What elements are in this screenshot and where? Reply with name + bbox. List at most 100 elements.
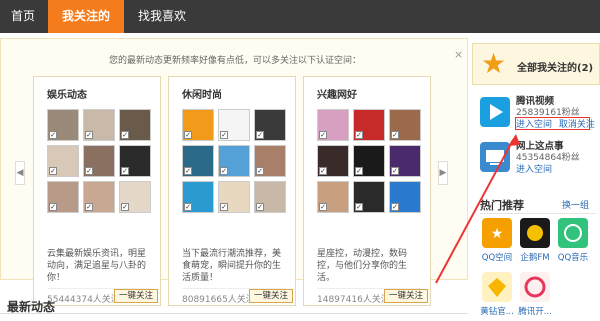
- follow-all-button[interactable]: 一键关注: [249, 289, 293, 303]
- checkbox-icon[interactable]: ✓: [319, 167, 327, 175]
- tencent-video-icon[interactable]: [480, 97, 510, 127]
- card-title: 兴趣网好: [317, 90, 357, 101]
- checkbox-icon[interactable]: ✓: [184, 203, 192, 211]
- space-thumbnail[interactable]: ✓: [47, 181, 79, 213]
- fans-count: 55444374人关注: [47, 295, 120, 305]
- category-card: 兴趣网好 ✓ ✓ ✓ ✓ ✓ ✓ ✓ ✓ ✓ 星座控，动漫控，数码控，与他们分享你的生活。 14…: [303, 76, 431, 306]
- checkbox-icon[interactable]: ✓: [85, 203, 93, 211]
- checkbox-icon[interactable]: ✓: [121, 131, 129, 139]
- space-thumbnail[interactable]: ✓: [182, 181, 214, 213]
- checkbox-icon[interactable]: ✓: [121, 203, 129, 211]
- checkbox-icon[interactable]: ✓: [391, 167, 399, 175]
- space-thumbnail[interactable]: ✓: [218, 145, 250, 177]
- space-thumbnail[interactable]: ✓: [83, 109, 115, 141]
- checkbox-icon[interactable]: ✓: [319, 203, 327, 211]
- checkbox-icon[interactable]: ✓: [355, 203, 363, 211]
- space-thumbnail[interactable]: ✓: [47, 145, 79, 177]
- thumb-grid: ✓ ✓ ✓ ✓ ✓ ✓ ✓ ✓ ✓: [317, 109, 423, 217]
- space-thumbnail[interactable]: ✓: [182, 109, 214, 141]
- space-thumbnail[interactable]: ✓: [218, 109, 250, 141]
- checkbox-icon[interactable]: ✓: [355, 167, 363, 175]
- space-thumbnail[interactable]: ✓: [254, 145, 286, 177]
- space-thumbnail[interactable]: ✓: [317, 145, 349, 177]
- next-arrow-icon[interactable]: ▶: [438, 161, 448, 185]
- follow-all-button[interactable]: 一键关注: [114, 289, 158, 303]
- space-thumbnail[interactable]: ✓: [353, 145, 385, 177]
- space-thumbnail[interactable]: ✓: [218, 181, 250, 213]
- card-title: 娱乐动态: [47, 90, 87, 101]
- space-thumbnail[interactable]: ✓: [254, 109, 286, 141]
- fans-count: 14897416人关注: [317, 295, 390, 305]
- recommend-description: 您的最新动态更新频率好像有点低，可以多关注以下认证空间：: [108, 56, 361, 66]
- yellow-diamond-icon: [482, 272, 512, 302]
- follow-all-button[interactable]: 一键关注: [384, 289, 428, 303]
- space-thumbnail[interactable]: ✓: [47, 109, 79, 141]
- space-thumbnail[interactable]: ✓: [389, 181, 421, 213]
- all-follows-label: 全部我关注的(2): [517, 63, 594, 74]
- recommend-item[interactable]: 黄钻官...: [478, 272, 516, 320]
- prev-arrow-icon[interactable]: ◀: [15, 161, 25, 185]
- recommend-label: 黄钻官...: [480, 307, 514, 317]
- checkbox-icon[interactable]: ✓: [49, 131, 57, 139]
- close-icon[interactable]: ×: [454, 48, 463, 61]
- checkbox-icon[interactable]: ✓: [85, 131, 93, 139]
- category-card: 休闲时尚 ✓ ✓ ✓ ✓ ✓ ✓ ✓ ✓ ✓ 当下最流行潮流推荐，美食萌宠，瞬间提升你的生活质量…: [168, 76, 296, 306]
- checkbox-icon[interactable]: ✓: [49, 203, 57, 211]
- divider: [0, 313, 468, 314]
- divider: [480, 213, 596, 214]
- all-follows-box[interactable]: ★ 全部我关注的(2): [472, 43, 600, 85]
- recommend-panel: 您的最新动态更新频率好像有点低，可以多关注以下认证空间： × ◀ ▶ 娱乐动态 …: [0, 38, 468, 306]
- tencent-open-icon: [520, 272, 550, 302]
- space-thumbnail[interactable]: ✓: [353, 109, 385, 141]
- checkbox-icon[interactable]: ✓: [184, 131, 192, 139]
- star-icon: ★: [481, 47, 507, 80]
- space-thumbnail[interactable]: ✓: [83, 181, 115, 213]
- space-thumbnail[interactable]: ✓: [389, 145, 421, 177]
- checkbox-icon[interactable]: ✓: [256, 131, 264, 139]
- space-thumbnail[interactable]: ✓: [353, 181, 385, 213]
- thumb-grid: ✓ ✓ ✓ ✓ ✓ ✓ ✓ ✓ ✓: [47, 109, 153, 217]
- recommend-item[interactable]: 企鹅FM: [516, 218, 554, 266]
- space-thumbnail[interactable]: ✓: [83, 145, 115, 177]
- followed-space: 网上这点事 45354864粉丝 进入空间: [480, 138, 600, 182]
- checkbox-icon[interactable]: ✓: [256, 203, 264, 211]
- space-thumbnail[interactable]: ✓: [317, 109, 349, 141]
- checkbox-icon[interactable]: ✓: [220, 131, 228, 139]
- space-thumbnail[interactable]: ✓: [389, 109, 421, 141]
- recommend-item[interactable]: QQ音乐: [554, 218, 592, 266]
- space-thumbnail[interactable]: ✓: [182, 145, 214, 177]
- checkbox-icon[interactable]: ✓: [220, 167, 228, 175]
- recommend-item[interactable]: ★ QQ空间: [478, 218, 516, 266]
- qzone-icon: ★: [482, 218, 512, 248]
- space-thumbnail[interactable]: ✓: [254, 181, 286, 213]
- tab-home[interactable]: 首页: [0, 0, 46, 33]
- tab-find-likes[interactable]: 找我喜欢: [124, 0, 200, 33]
- checkbox-icon[interactable]: ✓: [85, 167, 93, 175]
- fans-count: 80891665人关注: [182, 295, 255, 305]
- space-thumbnail[interactable]: ✓: [119, 109, 151, 141]
- checkbox-icon[interactable]: ✓: [391, 131, 399, 139]
- swap-group-link[interactable]: 换一组: [562, 198, 589, 211]
- news-icon[interactable]: [480, 142, 510, 172]
- checkbox-icon[interactable]: ✓: [49, 167, 57, 175]
- qq-music-icon: [558, 218, 588, 248]
- checkbox-icon[interactable]: ✓: [391, 203, 399, 211]
- recommend-item[interactable]: 腾讯开...: [516, 272, 554, 320]
- checkbox-icon[interactable]: ✓: [256, 167, 264, 175]
- tab-my-follows[interactable]: 我关注的: [48, 0, 124, 33]
- checkbox-icon[interactable]: ✓: [355, 131, 363, 139]
- space-thumbnail[interactable]: ✓: [119, 181, 151, 213]
- checkbox-icon[interactable]: ✓: [220, 203, 228, 211]
- checkbox-icon[interactable]: ✓: [184, 167, 192, 175]
- space-thumbnail[interactable]: ✓: [317, 181, 349, 213]
- checkbox-icon[interactable]: ✓: [121, 167, 129, 175]
- card-description: 星座控，动漫控，数码控，与他们分享你的生活。: [317, 249, 408, 283]
- enter-space-link[interactable]: 进入空间: [516, 165, 552, 175]
- penguin-fm-icon: [520, 218, 550, 248]
- checkbox-icon[interactable]: ✓: [319, 131, 327, 139]
- card-description: 当下最流行潮流推荐，美食萌宠，瞬间提升你的生活质量！: [182, 249, 282, 283]
- recommend-label: 腾讯开...: [518, 307, 552, 317]
- space-thumbnail[interactable]: ✓: [119, 145, 151, 177]
- thumb-grid: ✓ ✓ ✓ ✓ ✓ ✓ ✓ ✓ ✓: [182, 109, 288, 217]
- recommend-label: QQ空间: [481, 253, 513, 263]
